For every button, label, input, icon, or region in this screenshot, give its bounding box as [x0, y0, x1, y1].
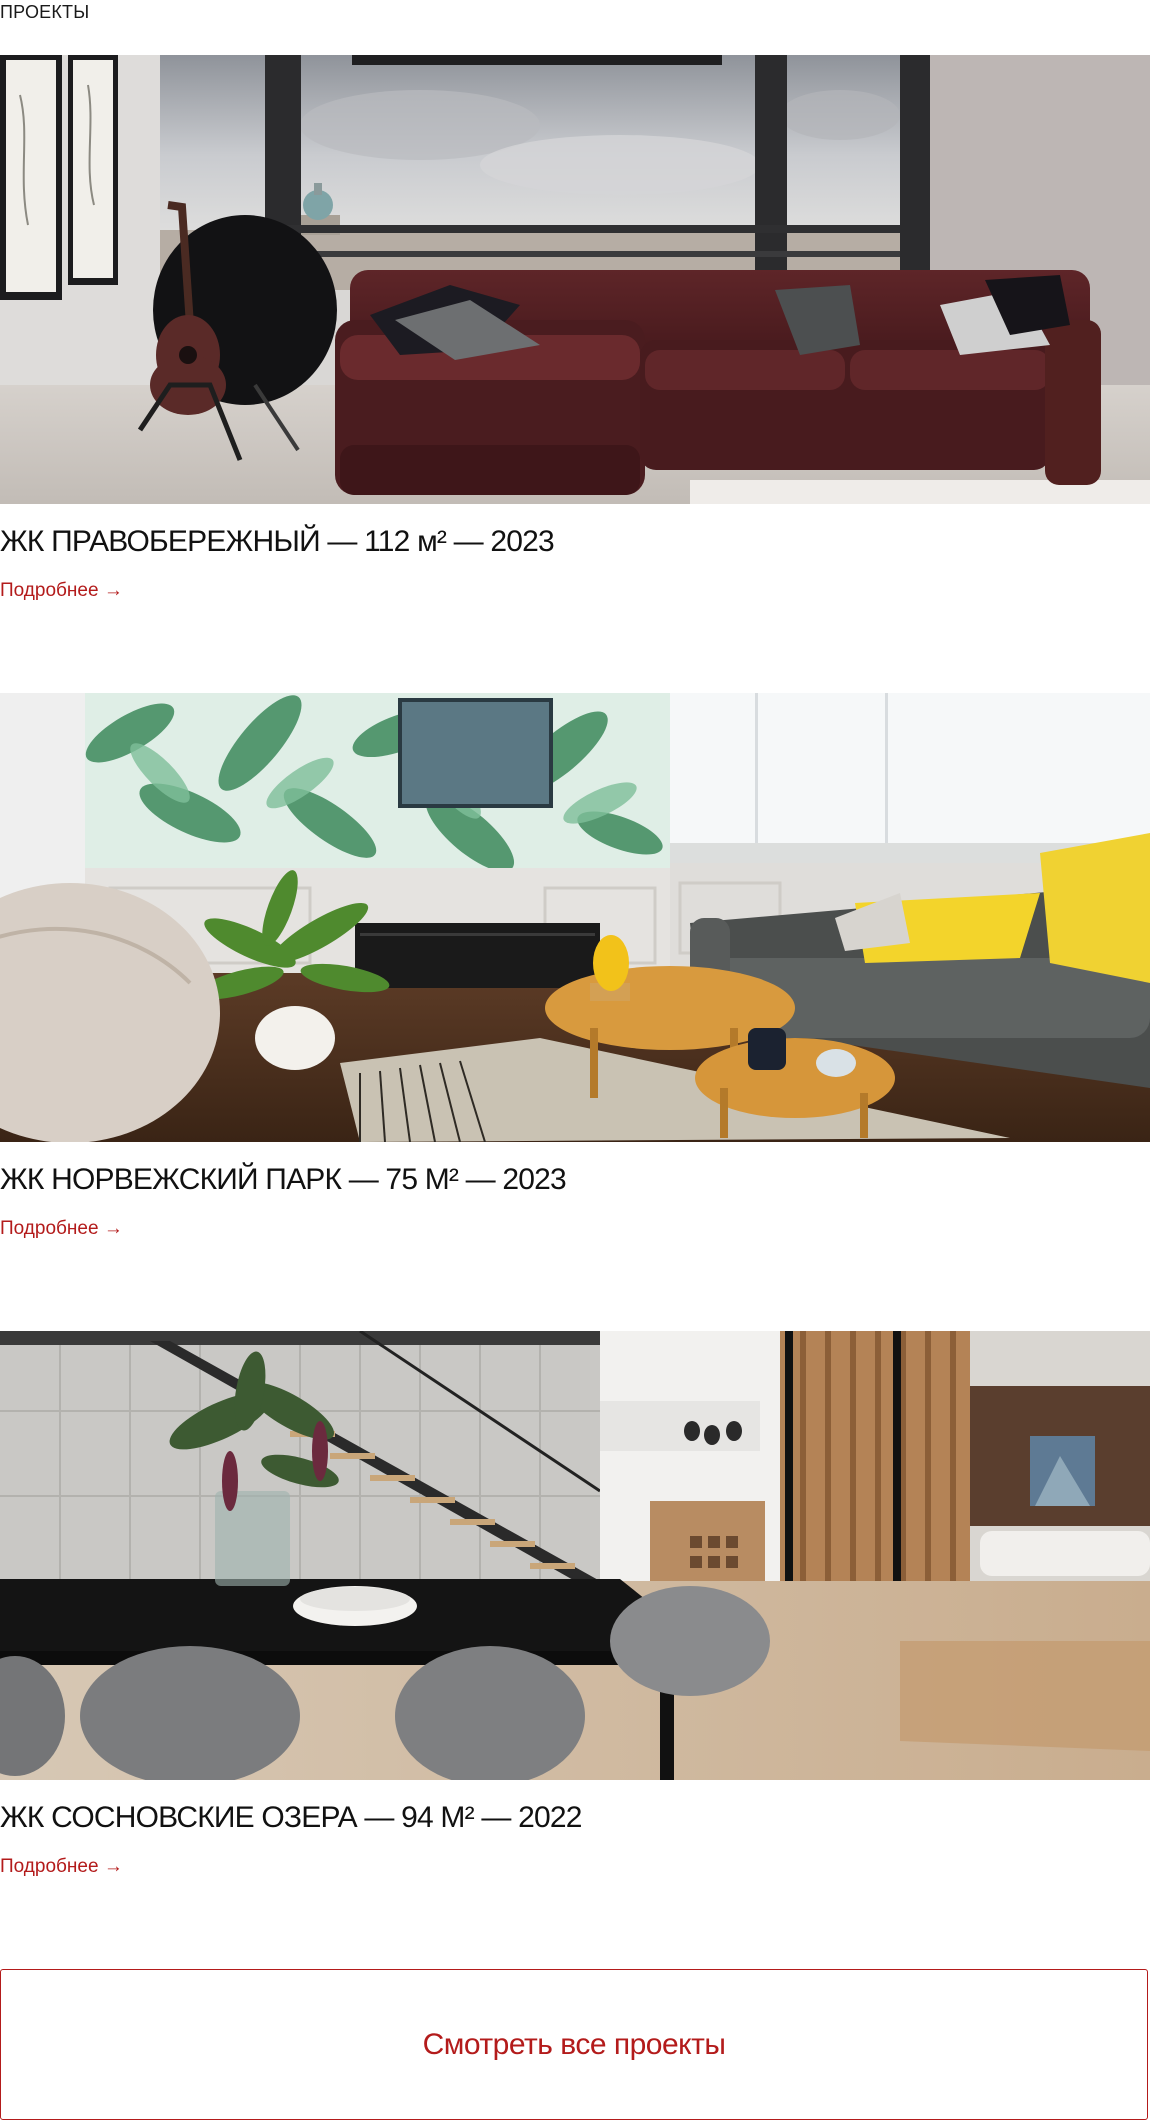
project-more-link[interactable]: Подробнее →	[0, 1218, 123, 1240]
project-title: ЖК НОРВЕЖСКИЙ ПАРК — 75 М² — 2023	[0, 1163, 567, 1196]
project-title: ЖК ПРАВОБЕРЕЖНЫЙ — 112 м² — 2023	[0, 525, 555, 558]
project-title: ЖК СОСНОВСКИЕ ОЗЕРА — 94 М² — 2022	[0, 1801, 582, 1834]
project-photo[interactable]	[0, 1331, 1150, 1780]
view-all-projects-button[interactable]: Смотреть все проекты	[0, 1969, 1148, 2120]
project-photo[interactable]	[0, 55, 1150, 504]
section-title: ПРОЕКТЫ	[0, 2, 90, 22]
project-more-link[interactable]: Подробнее →	[0, 580, 123, 602]
project-more-link[interactable]: Подробнее →	[0, 1856, 123, 1878]
project-photo[interactable]	[0, 693, 1150, 1142]
